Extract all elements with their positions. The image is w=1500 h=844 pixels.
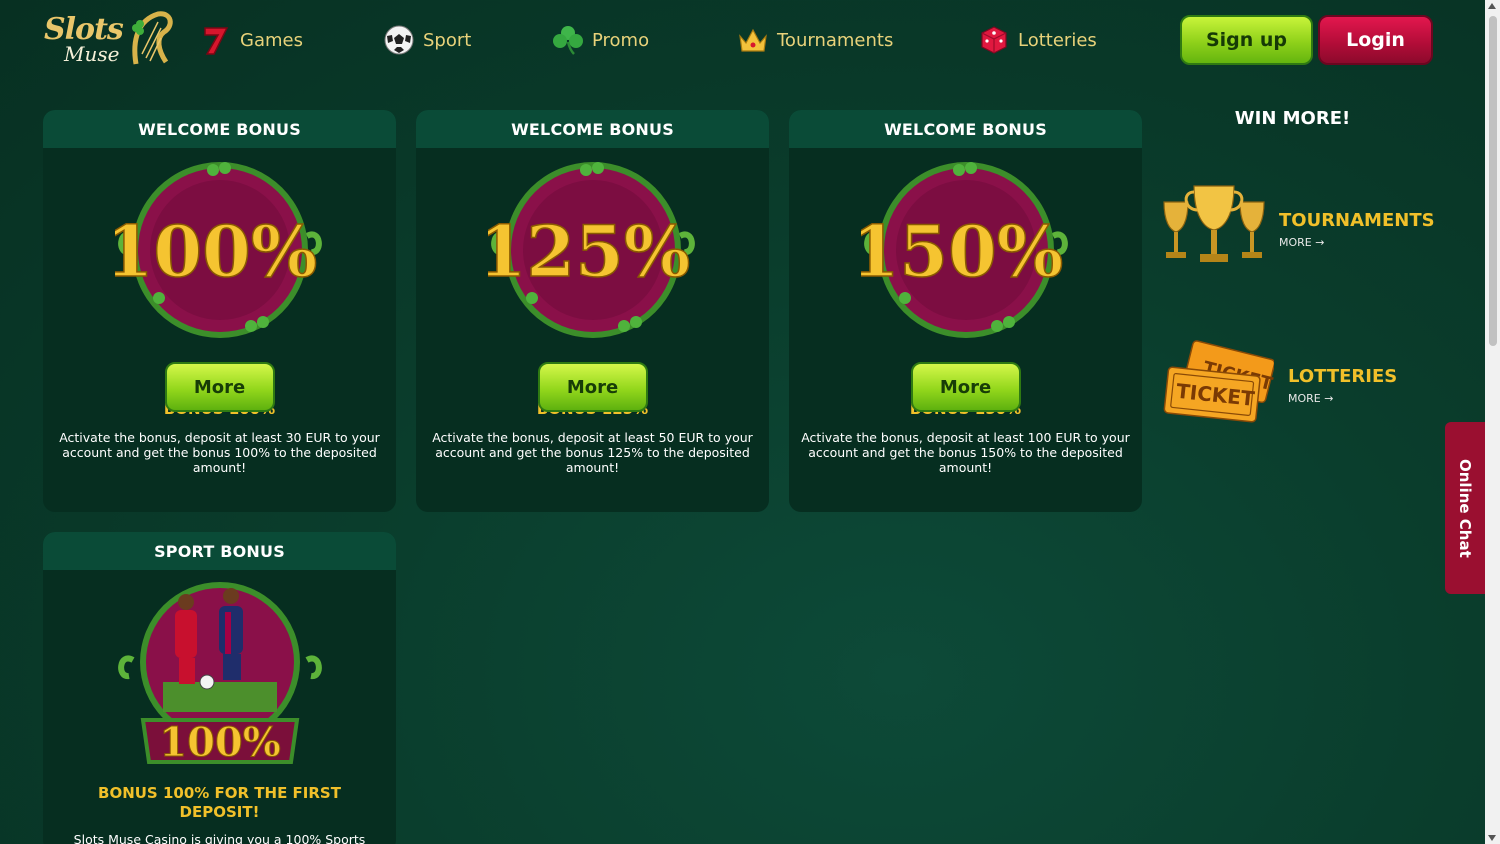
- card-header: SPORT BONUS: [43, 532, 396, 570]
- more-link-label: MORE: [1279, 236, 1312, 249]
- crown-icon: [739, 28, 767, 52]
- card-header: WELCOME BONUS: [43, 110, 396, 148]
- card-body: 150% BONUS 150% Activate the bonus, depo…: [789, 148, 1142, 512]
- scroll-down-arrow-icon[interactable]: [1488, 835, 1496, 841]
- nav-item-promo[interactable]: Promo: [552, 22, 649, 58]
- bonus-badge-icon: 125%: [488, 162, 695, 338]
- nav-label-promo: Promo: [592, 29, 650, 51]
- nav-label-games: Games: [240, 29, 303, 51]
- dice-icon: [981, 26, 1007, 54]
- soccer-ball-icon: [384, 25, 414, 55]
- bonus-description: Activate the bonus, deposit at least 50 …: [432, 430, 753, 475]
- clover-icon: [553, 26, 583, 55]
- bonus-badge-icon: 100%: [115, 162, 322, 338]
- nav-label-sport: Sport: [423, 29, 472, 51]
- nav-item-tournaments[interactable]: Tournaments: [737, 22, 893, 58]
- login-button[interactable]: Login: [1318, 15, 1433, 65]
- more-link-label: MORE: [1288, 392, 1321, 405]
- card-body: 100% BONUS 100% FOR THE FIRST DEPOSIT! S…: [43, 570, 396, 844]
- nav-item-lotteries[interactable]: Lotteries: [978, 22, 1097, 58]
- nav-item-games[interactable]: Games: [200, 22, 303, 58]
- sport-badge-icon: 100%: [117, 582, 322, 767]
- harp-icon: [132, 11, 173, 65]
- bonus-description: Slots Muse Casino is giving you a 100% S…: [73, 832, 366, 844]
- more-button[interactable]: More: [910, 362, 1021, 412]
- nav-item-sport[interactable]: Sport: [383, 22, 471, 58]
- sidebar-title-lotteries: LOTTERIES: [1288, 366, 1398, 387]
- online-chat-label: Online Chat: [1456, 458, 1474, 558]
- bonus-card: WELCOME BONUS 100% BONUS 100% Activate t…: [43, 110, 396, 512]
- arrow-right-icon: →: [1315, 236, 1325, 249]
- more-button[interactable]: More: [164, 362, 275, 412]
- svg-text:125%: 125%: [488, 210, 690, 293]
- win-more-heading: WIN MORE!: [1234, 108, 1351, 129]
- arrow-right-icon: →: [1324, 392, 1334, 405]
- sidebar-item-lotteries[interactable]: TICKET TICKET LOTTERIES MORE →: [1158, 330, 1448, 430]
- scrollbar-thumb[interactable]: [1489, 16, 1497, 346]
- more-button[interactable]: More: [537, 362, 648, 412]
- bonus-badge-icon: 150%: [861, 162, 1068, 338]
- svg-text:100%: 100%: [115, 210, 317, 293]
- page-scrollbar[interactable]: [1485, 0, 1500, 844]
- card-header: WELCOME BONUS: [416, 110, 769, 148]
- bonus-card: WELCOME BONUS 125% BONUS 125% Activate t…: [416, 110, 769, 512]
- bonus-description: Activate the bonus, deposit at least 30 …: [59, 430, 380, 475]
- online-chat-tab[interactable]: Online Chat: [1445, 422, 1485, 594]
- sidebar-more-tournaments[interactable]: MORE →: [1279, 236, 1324, 249]
- card-header: WELCOME BONUS: [789, 110, 1142, 148]
- signup-button[interactable]: Sign up: [1180, 15, 1313, 65]
- sidebar-title-tournaments: TOURNAMENTS: [1279, 210, 1435, 231]
- card-body: 125% BONUS 125% Activate the bonus, depo…: [416, 148, 769, 512]
- bonus-card: WELCOME BONUS 150% BONUS 150% Activate t…: [789, 110, 1142, 512]
- bonus-title: BONUS 100% FOR THE FIRST DEPOSIT!: [98, 784, 341, 821]
- sidebar-more-lotteries[interactable]: MORE →: [1288, 392, 1333, 405]
- bonus-description: Activate the bonus, deposit at least 100…: [801, 430, 1130, 475]
- nav-label-lotteries: Lotteries: [1018, 29, 1097, 51]
- nav-label-tournaments: Tournaments: [777, 29, 894, 51]
- svg-text:100%: 100%: [159, 719, 281, 766]
- trophies-icon: [1163, 185, 1265, 262]
- svg-text:150%: 150%: [861, 210, 1063, 293]
- scroll-up-arrow-icon[interactable]: [1488, 3, 1496, 9]
- card-body: 100% BONUS 100% Activate the bonus, depo…: [43, 148, 396, 512]
- sport-bonus-card: SPORT BONUS 100% BONUS 100% FOR THE FIRS…: [43, 532, 396, 844]
- seven-icon: [204, 27, 229, 55]
- logo-word-muse: Muse: [64, 42, 120, 66]
- sidebar-item-tournaments[interactable]: TOURNAMENTS MORE →: [1158, 174, 1448, 274]
- logo[interactable]: Slots Muse: [42, 10, 176, 70]
- tickets-icon: TICKET TICKET: [1163, 340, 1274, 423]
- header: Slots Muse Games Sport Promo Tournaments…: [0, 0, 1485, 80]
